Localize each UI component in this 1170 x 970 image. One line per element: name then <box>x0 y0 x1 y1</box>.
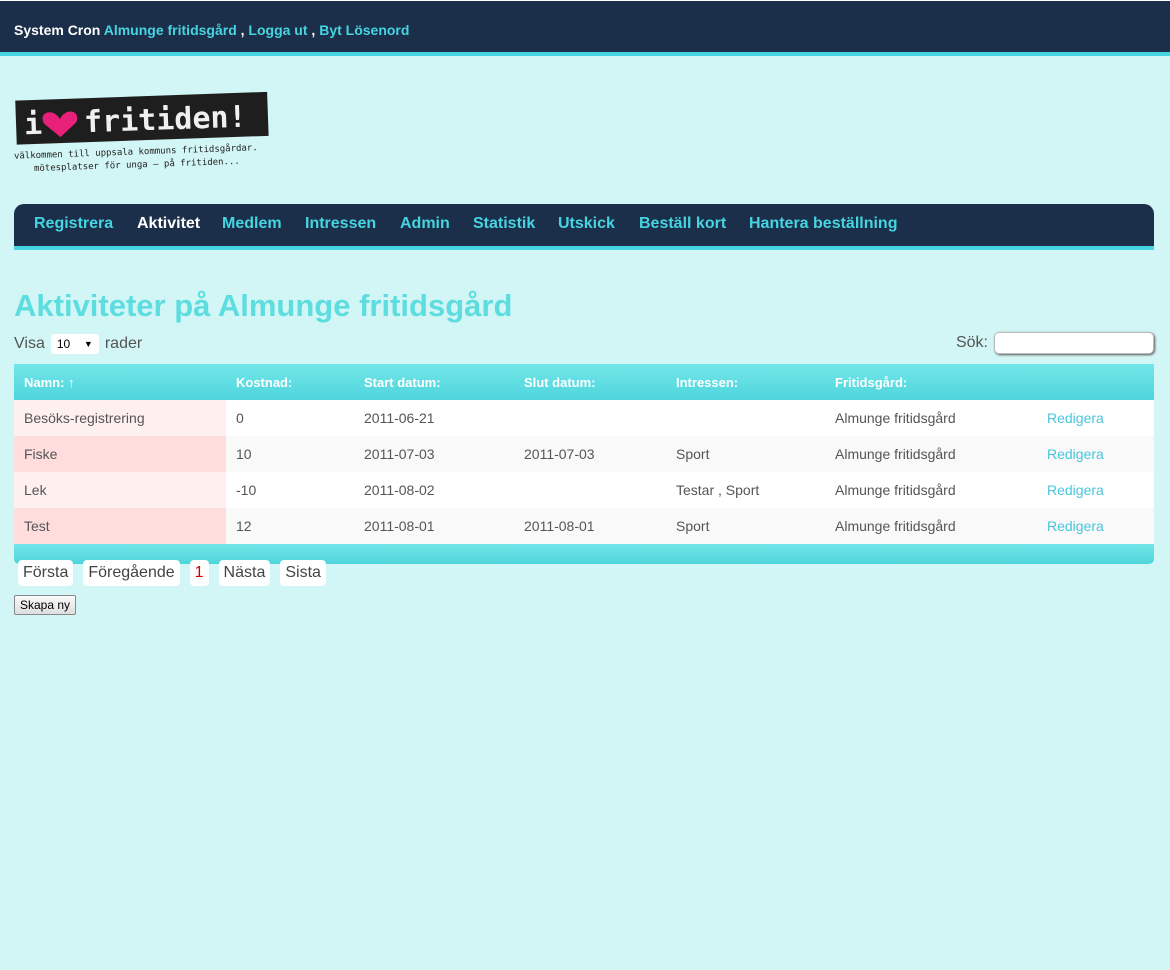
column-header-start-date[interactable]: Start datum: <box>354 364 514 400</box>
table-row: Fiske 10 2011-07-03 2011-07-03 Sport Alm… <box>14 436 1154 472</box>
cell-name: Fiske <box>14 436 226 472</box>
cell-start-date: 2011-06-21 <box>354 400 514 436</box>
cell-actions: Redigera <box>1037 436 1154 472</box>
page-number-button[interactable]: 1 <box>189 560 209 586</box>
change-password-link[interactable]: Byt Lösenord <box>319 22 409 38</box>
site-logo[interactable]: i fritiden! välkommen till uppsala kommu… <box>14 90 284 175</box>
edit-link[interactable]: Redigera <box>1047 518 1104 534</box>
cell-end-date: 2011-08-01 <box>514 508 666 544</box>
cell-interests: Sport <box>666 436 825 472</box>
search-label: Sök: <box>955 334 988 351</box>
cell-actions: Redigera <box>1037 472 1154 508</box>
table-row: Test 12 2011-08-01 2011-08-01 Sport Almu… <box>14 508 1154 544</box>
nav-admin[interactable]: Admin <box>400 215 450 233</box>
last-page-button[interactable]: Sista <box>280 560 326 586</box>
dropdown-arrow-icon: ▼ <box>83 339 93 349</box>
nav-bestall-kort[interactable]: Beställ kort <box>639 215 726 233</box>
column-header-cost[interactable]: Kostnad: <box>226 364 354 400</box>
nav-hantera-bestallning[interactable]: Hantera beställning <box>749 215 897 233</box>
nav-aktivitet[interactable]: Aktivitet <box>137 215 200 233</box>
column-header-name[interactable]: Namn: ↑ <box>14 364 226 400</box>
cell-end-date <box>514 472 666 508</box>
nav-medlem[interactable]: Medlem <box>222 215 282 233</box>
table-header-row: Namn: ↑ Kostnad: Start datum: Slut datum… <box>14 364 1154 400</box>
table-row: Lek -10 2011-08-02 Testar , Sport Almung… <box>14 472 1154 508</box>
svg-text:i: i <box>23 107 42 143</box>
top-bar: System Cron Almunge fritidsgård , Logga … <box>0 0 1170 56</box>
search-control: Sök: <box>956 332 1154 354</box>
edit-link[interactable]: Redigera <box>1047 410 1104 426</box>
page-title: Aktiviteter på Almunge fritidsgård <box>14 288 513 323</box>
separator: , <box>311 22 316 38</box>
create-new-button[interactable]: Skapa ny <box>14 595 77 615</box>
edit-link[interactable]: Redigera <box>1047 446 1104 462</box>
separator: , <box>240 22 245 38</box>
rows-per-page-value: 10 <box>56 337 71 351</box>
column-header-end-date[interactable]: Slut datum: <box>514 364 666 400</box>
cell-interests: Testar , Sport <box>666 472 825 508</box>
cell-name: Lek <box>14 472 226 508</box>
table-row: Besöks-registrering 0 2011-06-21 Almunge… <box>14 400 1154 436</box>
column-header-interests[interactable]: Intressen: <box>666 364 825 400</box>
rows-prefix-label: Visa <box>14 335 45 352</box>
cell-cost: 0 <box>226 400 354 436</box>
cell-venue: Almunge fritidsgård <box>825 436 1037 472</box>
nav-intressen[interactable]: Intressen <box>305 215 376 233</box>
main-nav: Registrera Aktivitet Medlem Intressen Ad… <box>14 204 1154 250</box>
svg-text:fritiden!: fritiden! <box>83 100 247 141</box>
cell-name: Test <box>14 508 226 544</box>
nav-registrera[interactable]: Registrera <box>34 215 113 233</box>
cell-actions: Redigera <box>1037 508 1154 544</box>
cell-start-date: 2011-08-02 <box>354 472 514 508</box>
rows-per-page-select[interactable]: 10 ▼ <box>50 334 99 354</box>
nav-utskick[interactable]: Utskick <box>558 215 615 233</box>
cell-interests <box>666 400 825 436</box>
rows-suffix-label: rader <box>104 335 143 352</box>
cell-name: Besöks-registrering <box>14 400 226 436</box>
activities-table: Namn: ↑ Kostnad: Start datum: Slut datum… <box>14 364 1154 564</box>
cell-venue: Almunge fritidsgård <box>825 508 1037 544</box>
previous-page-button[interactable]: Föregående <box>83 560 180 586</box>
cell-cost: 10 <box>226 436 354 472</box>
column-header-actions <box>1037 364 1154 400</box>
place-link[interactable]: Almunge fritidsgård <box>104 22 237 38</box>
user-name: System Cron <box>14 22 101 38</box>
cell-venue: Almunge fritidsgård <box>825 472 1037 508</box>
cell-venue: Almunge fritidsgård <box>825 400 1037 436</box>
first-page-button[interactable]: Första <box>18 560 74 586</box>
cell-interests: Sport <box>666 508 825 544</box>
cell-end-date: 2011-07-03 <box>514 436 666 472</box>
rows-per-page-control: Visa 10 ▼ rader <box>14 334 142 354</box>
cell-cost: 12 <box>226 508 354 544</box>
nav-statistik[interactable]: Statistik <box>473 215 535 233</box>
pagination: Första Föregående 1 Nästa Sista <box>18 560 336 586</box>
cell-start-date: 2011-08-01 <box>354 508 514 544</box>
column-header-venue[interactable]: Fritidsgård: <box>825 364 1037 400</box>
logout-link[interactable]: Logga ut <box>248 22 307 38</box>
cell-actions: Redigera <box>1037 400 1154 436</box>
cell-cost: -10 <box>226 472 354 508</box>
next-page-button[interactable]: Nästa <box>218 560 271 586</box>
cell-end-date <box>514 400 666 436</box>
user-info: System Cron Almunge fritidsgård , Logga … <box>14 22 409 38</box>
cell-start-date: 2011-07-03 <box>354 436 514 472</box>
search-input[interactable] <box>994 332 1154 354</box>
edit-link[interactable]: Redigera <box>1047 482 1104 498</box>
